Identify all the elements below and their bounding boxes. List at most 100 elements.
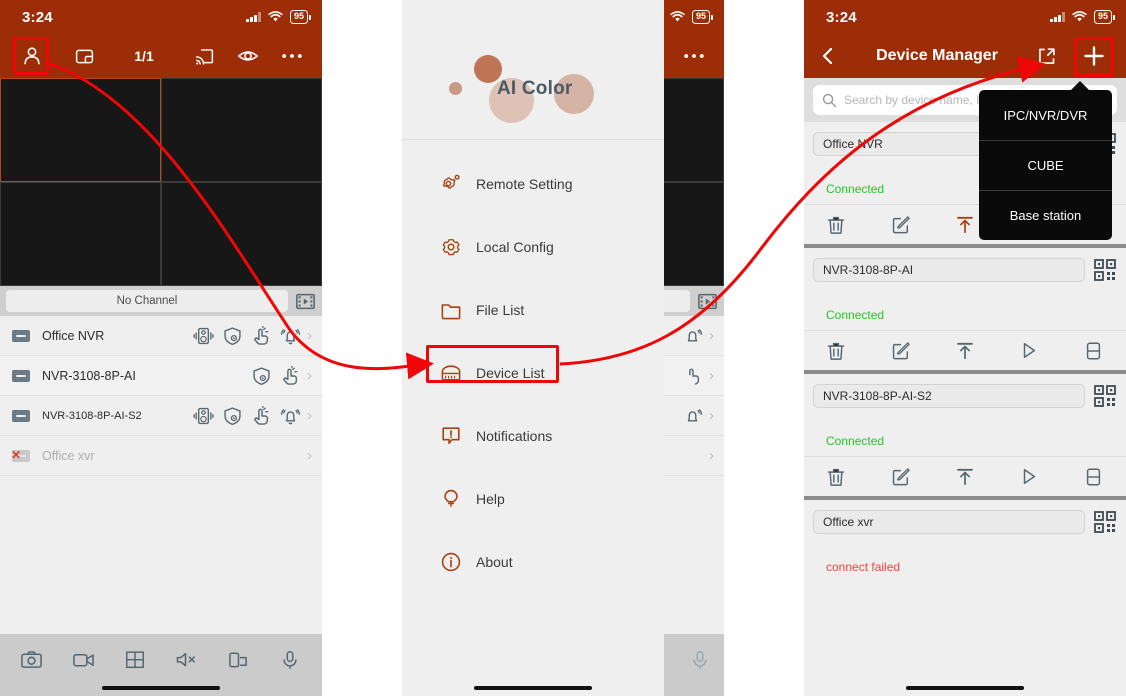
speaker-mute-icon[interactable] [169,644,205,674]
edit-icon[interactable] [884,464,918,490]
video-cell-1[interactable] [0,78,161,182]
status-badge: Connected [826,182,885,196]
device-name: Office NVR [42,328,105,343]
play-icon[interactable] [1012,464,1046,490]
menu-item-remote-setting[interactable]: Remote Setting [402,152,664,215]
folder-icon [440,299,462,321]
delete-icon[interactable] [819,338,853,364]
chevron-right-icon[interactable]: › [709,327,724,344]
stream-switch-icon[interactable] [220,644,256,674]
shield-gear-icon[interactable] [222,326,243,346]
play-icon[interactable] [1012,338,1046,364]
person-icon[interactable] [14,41,50,71]
chevron-right-icon[interactable]: › [709,447,724,464]
qr-code-icon[interactable] [1093,384,1117,408]
bottom-toolbar [0,634,322,696]
intercom-icon[interactable] [193,406,214,426]
menu-item-device-list[interactable]: Device List [402,341,664,404]
status-bar: 3:24 95 [804,0,1126,34]
shield-gear-icon[interactable] [222,406,243,426]
app-brand-title: AI Color [497,78,573,99]
list-item[interactable]: ✕ Office xvr › [0,436,322,476]
search-placeholder: Search by device name, IP [844,93,988,107]
chevron-right-icon[interactable]: › [307,327,322,344]
status-badge: connect failed [826,560,901,574]
list-item[interactable]: Office NVR › [0,316,322,356]
edit-icon[interactable] [884,212,918,238]
device-name-field[interactable]: NVR-3108-8P-AI [813,258,1085,282]
list-item[interactable]: NVR-3108-8P-AI › [0,356,322,396]
video-record-icon[interactable] [65,644,101,674]
bell-alarm-icon[interactable] [682,326,703,346]
shield-gear-icon[interactable] [251,366,272,386]
upgrade-icon[interactable] [948,212,982,238]
intercom-icon[interactable] [193,326,214,346]
battery-indicator: 95 [691,9,713,25]
chevron-left-icon[interactable] [810,41,846,71]
delete-icon[interactable] [819,464,853,490]
delete-icon[interactable] [819,212,853,238]
chevron-right-icon[interactable]: › [307,447,322,464]
navigation-drawer: AI Color Remote Setting Local Config Fil… [402,0,664,696]
menu-item-label: File List [476,301,525,318]
hand-touch-icon[interactable] [682,366,703,386]
chevron-right-icon[interactable]: › [307,407,322,424]
menu-item-notifications[interactable]: Notifications [402,404,664,467]
menu-item-label: Notifications [476,427,553,444]
external-link-icon[interactable] [1028,41,1064,71]
grid-layout-icon[interactable] [117,644,153,674]
phone-screen-live-view: 3:24 95 1/1 No Channel Office NVR › NVR-… [0,0,322,696]
video-cell-4[interactable] [161,182,322,286]
menu-item-local-config[interactable]: Local Config [402,215,664,278]
film-strip-play-icon[interactable] [696,290,718,312]
film-strip-play-icon[interactable] [294,290,316,312]
menu-item-about[interactable]: About [402,530,664,593]
cast-icon[interactable] [186,41,222,71]
video-cell-2[interactable] [161,78,322,182]
device-name-field[interactable]: Office xvr [813,510,1085,534]
hand-touch-icon[interactable] [251,325,272,346]
phone-screen-device-manager: 3:24 95 Device Manager Search by device … [804,0,1126,696]
storage-icon[interactable] [1077,464,1111,490]
microphone-icon[interactable] [272,644,308,674]
bell-alarm-icon[interactable] [280,326,301,346]
channel-label[interactable]: No Channel [6,290,288,312]
storage-icon[interactable] [1077,338,1111,364]
video-cell-3[interactable] [0,182,161,286]
microphone-icon[interactable] [682,644,718,674]
menu-item-file-list[interactable]: File List [402,278,664,341]
more-horizontal-icon[interactable] [274,41,310,71]
bell-alarm-icon[interactable] [682,406,703,426]
menu-item-label: Device List [476,364,545,381]
edit-icon[interactable] [884,338,918,364]
info-circle-icon [440,551,462,573]
menu-item-label: Help [476,490,505,507]
nvr-icon [12,409,30,422]
home-indicator [474,686,592,690]
hand-touch-icon[interactable] [280,365,301,386]
list-item[interactable]: NVR-3108-8P-AI-S2 › [0,396,322,436]
plus-icon[interactable] [1076,41,1112,71]
hand-touch-icon[interactable] [251,405,272,426]
device-name-field[interactable]: NVR-3108-8P-AI-S2 [813,384,1085,408]
popup-item-cube[interactable]: CUBE [979,140,1112,190]
popup-item-ipc-nvr-dvr[interactable]: IPC/NVR/DVR [979,90,1112,140]
menu-item-label: Local Config [476,238,554,255]
popup-arrow [1070,81,1090,91]
menu-item-help[interactable]: Help [402,467,664,530]
qr-code-icon[interactable] [1093,510,1117,534]
camera-snapshot-icon[interactable] [14,644,50,674]
chevron-right-icon[interactable]: › [307,367,322,384]
chevron-right-icon[interactable]: › [709,407,724,424]
popup-item-base-station[interactable]: Base station [979,190,1112,240]
eye-icon[interactable] [230,41,266,71]
bell-alarm-icon[interactable] [280,406,301,426]
qr-code-icon[interactable] [1093,258,1117,282]
picture-in-picture-icon[interactable] [66,41,102,71]
page-title: Device Manager [876,47,998,64]
chevron-right-icon[interactable]: › [709,367,724,384]
more-horizontal-icon[interactable] [676,41,712,71]
video-grid[interactable] [0,78,322,286]
upgrade-icon[interactable] [948,338,982,364]
upgrade-icon[interactable] [948,464,982,490]
